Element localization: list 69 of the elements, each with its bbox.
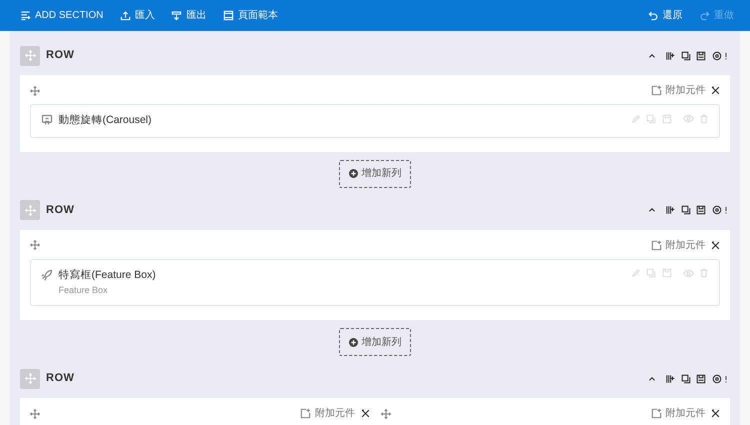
columns-icon <box>665 50 675 60</box>
plus-circle-icon <box>348 338 358 346</box>
move-handle[interactable] <box>20 368 40 388</box>
columns-button[interactable] <box>665 374 675 384</box>
move-icon <box>24 204 36 216</box>
move-icon <box>30 240 40 250</box>
eye-icon <box>682 268 694 279</box>
copy-icon <box>680 205 690 216</box>
add-row-button[interactable]: 增加新列 <box>339 160 411 188</box>
columns-icon <box>665 205 675 216</box>
export-button[interactable]: 匯出 <box>171 8 206 23</box>
save-button[interactable] <box>696 205 706 216</box>
save-icon <box>696 205 706 216</box>
copy-icon <box>680 374 690 384</box>
trash-icon <box>699 114 709 124</box>
save-icon <box>662 268 672 278</box>
move-icon <box>380 408 390 418</box>
trash-icon <box>699 268 709 278</box>
columns-button[interactable] <box>665 205 675 216</box>
rocket-icon <box>41 268 53 281</box>
row-title: ROW <box>46 371 74 386</box>
duplicate-button[interactable] <box>680 50 690 60</box>
save-button[interactable] <box>696 374 706 384</box>
row-title: ROW <box>46 203 74 218</box>
save-icon <box>662 114 672 124</box>
element-subtitle: Feature Box <box>58 284 109 296</box>
move-icon <box>24 373 36 384</box>
undo-button[interactable]: 還原 <box>648 8 682 23</box>
save-button[interactable] <box>696 50 706 60</box>
redo-icon <box>699 10 710 21</box>
move-icon <box>30 86 40 96</box>
add-row-button[interactable]: 增加新列 <box>339 328 411 356</box>
add-box-icon <box>650 408 662 419</box>
move-icon <box>30 408 40 418</box>
undo-icon <box>648 10 658 21</box>
element-title: 動態旋轉(Carousel) <box>58 113 152 128</box>
copy-icon <box>646 114 656 124</box>
import-button[interactable]: 匯入 <box>120 8 155 23</box>
add-box-icon <box>650 240 662 251</box>
add-box-icon <box>650 85 662 96</box>
add-element-button[interactable]: 附加元件 <box>300 406 355 421</box>
list-icon <box>20 10 31 21</box>
save-icon <box>696 50 706 60</box>
plus-circle-icon <box>348 169 358 178</box>
carousel-icon <box>41 114 53 126</box>
move-handle[interactable] <box>20 200 40 220</box>
duplicate-button[interactable] <box>680 205 690 216</box>
add-box-icon <box>300 408 311 419</box>
columns-button[interactable] <box>665 50 675 60</box>
template-icon <box>222 10 234 21</box>
add-element-button[interactable]: 附加元件 <box>650 406 706 421</box>
download-icon <box>171 10 182 21</box>
upload-icon <box>120 10 131 21</box>
copy-icon <box>680 50 690 60</box>
copy-icon <box>646 268 656 278</box>
duplicate-button[interactable] <box>680 374 690 384</box>
move-handle[interactable] <box>20 46 40 66</box>
columns-icon <box>665 374 675 384</box>
section-button[interactable]: ADD SECTION <box>20 8 104 23</box>
row-title: ROW <box>46 48 74 64</box>
pencil-icon <box>630 268 640 278</box>
save-icon <box>696 374 706 384</box>
template-button[interactable]: 頁面範本 <box>222 8 278 23</box>
move-icon <box>24 50 36 61</box>
eye-icon <box>682 113 694 124</box>
pencil-icon <box>630 114 640 124</box>
add-element-button[interactable]: 附加元件 <box>650 83 706 98</box>
element-title: 特寫框(Feature Box) <box>58 268 156 283</box>
add-element-button[interactable]: 附加元件 <box>650 238 706 253</box>
